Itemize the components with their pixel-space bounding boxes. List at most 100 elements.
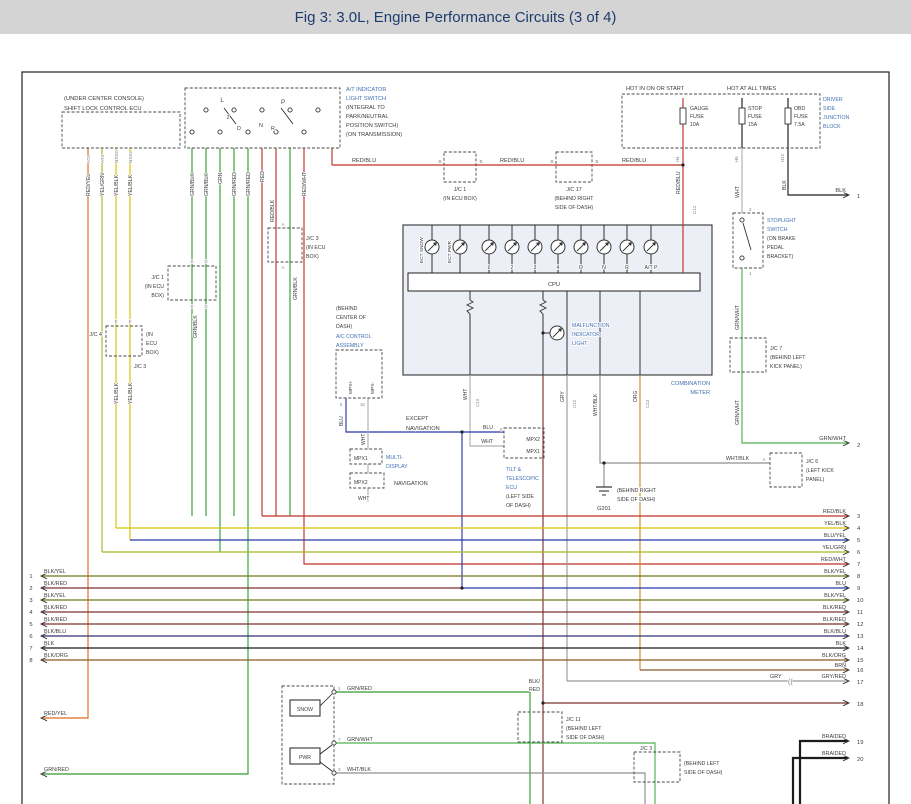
label: PARK/NEUTRAL (346, 114, 388, 120)
label: B (595, 159, 598, 164)
label: PEDAL (767, 245, 784, 251)
label: ASSEMBLY (336, 343, 364, 349)
label: B (479, 159, 482, 164)
contact-icon (332, 741, 336, 745)
label: 4 (557, 265, 560, 271)
label: 4 (857, 526, 861, 532)
label: RED/BLU (622, 158, 646, 164)
label: BOX) (306, 254, 319, 260)
label: 2 (29, 586, 32, 592)
wire-ect-arm-3 (320, 762, 332, 771)
wiring-diagram-svg: (UNDER CENTER CONSOLE)SHIFT LOCK CONTROL… (0, 0, 911, 804)
jc3-ecu-box (268, 228, 302, 262)
label: BRAIDED (822, 734, 846, 740)
label: HOT IN ON OR START (626, 86, 685, 92)
label: A/T P (645, 265, 658, 271)
label: 2 (227, 115, 230, 121)
label: 9 (857, 586, 860, 592)
label: ORG (633, 391, 639, 403)
label: 7.5A (794, 122, 805, 128)
label: 6 (857, 550, 860, 556)
label: J/C 3 (134, 364, 146, 370)
contact-icon (260, 108, 264, 112)
label: HOT AT ALL TIMES (727, 86, 776, 92)
label: ATL (86, 154, 91, 163)
label: 6 (500, 427, 503, 432)
label: L (220, 98, 224, 104)
label: 15 (857, 658, 863, 664)
label: BLK/YEL (44, 569, 66, 575)
label: (ON TRANSMISSION) (346, 132, 402, 138)
junction-dot (681, 163, 684, 166)
label: WHT (735, 185, 741, 198)
label: RED (260, 171, 266, 182)
label: YEL/GRN (822, 545, 846, 551)
label: GRN/WHT (347, 737, 373, 743)
label: GRN/WHT (735, 304, 741, 330)
label: CENTER OF (336, 315, 366, 321)
label: J/C 3 (306, 236, 319, 242)
wire-stoplight-arm (743, 223, 751, 250)
label: NAVIGATION (406, 426, 440, 432)
label: WHT (463, 389, 469, 400)
label: BLK/RED (823, 605, 846, 611)
label: A/C CONTROL (336, 334, 372, 340)
contact-icon (740, 218, 744, 222)
label: BLK (44, 641, 55, 647)
label: (UNDER CENTER CONSOLE) (64, 96, 144, 102)
label: (IN (146, 332, 153, 338)
label: FUSE (794, 114, 808, 120)
contact-icon (302, 130, 306, 134)
label: GRN/RED (347, 686, 372, 692)
label: TELESCOPIC (506, 476, 539, 482)
contact-icon (740, 256, 744, 260)
label: OF DASH) (506, 503, 531, 509)
figure-title: Fig 3: 3.0L, Engine Performance Circuits… (295, 9, 617, 26)
label: BLK/RED (44, 617, 67, 623)
label: (LEFT KICK (806, 468, 834, 474)
label: YEL/BLK (128, 174, 134, 196)
label: GRN/BLK (293, 277, 299, 300)
label: H12 (780, 153, 785, 162)
label: J/C 1 (454, 187, 467, 193)
label: C13 (645, 399, 650, 408)
contact-icon (316, 108, 320, 112)
label: MALFUNCTION (572, 323, 610, 329)
label: BLU (836, 581, 847, 587)
label: JUNCTION (823, 115, 849, 121)
label: J/C 7 (770, 346, 782, 352)
label: STOPLIGHT (767, 218, 797, 224)
jc1-row-box (444, 152, 476, 182)
label: B (438, 159, 441, 164)
jc6-box (770, 453, 802, 487)
label: ECT SNOW (419, 237, 425, 263)
label: POSITION SWITCH) (346, 123, 398, 129)
contact-icon (218, 130, 222, 134)
junction-dot (541, 701, 544, 704)
label: 19 (857, 740, 863, 746)
label: BRN (835, 663, 846, 669)
label: 10 (857, 598, 863, 604)
label: WHT/BLK (347, 767, 371, 773)
label: D (204, 304, 207, 309)
label: GRN/WHT (819, 436, 846, 442)
label: (INTEGRAL TO (346, 105, 385, 111)
label: 1 (29, 574, 32, 580)
contact-icon (288, 108, 292, 112)
label: BOX) (151, 293, 164, 299)
label: PANEL) (806, 477, 825, 483)
wire-wht-meter (470, 375, 504, 446)
label: RED/BLK (823, 509, 846, 515)
label: GRN/WHT (735, 399, 741, 425)
label: J/C 11 (566, 717, 581, 723)
label: BLK (835, 188, 846, 194)
wire-ect-arm-2 (320, 745, 332, 754)
label: YEL/BLK (128, 382, 134, 404)
label: (BEHIND LEFT (566, 726, 602, 732)
label: D (204, 259, 207, 264)
label: MPX+ (348, 381, 354, 394)
label: 6 (29, 634, 32, 640)
label: E (115, 319, 118, 324)
label: J/C 4 (89, 332, 102, 338)
label: J/C 1 (151, 275, 164, 281)
